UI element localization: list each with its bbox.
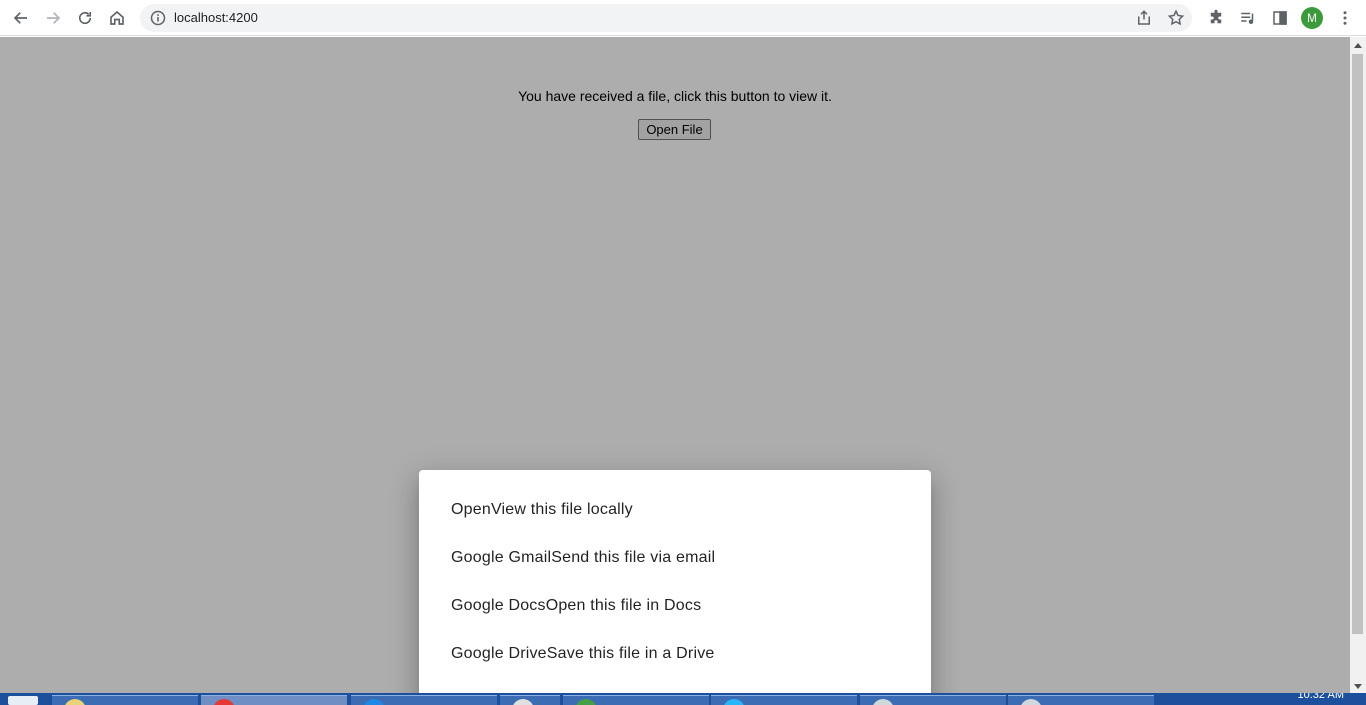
taskbar-item-app-6[interactable] [1008,695,1154,705]
scroll-thumb[interactable] [1352,54,1363,634]
scroll-up-arrow-icon[interactable] [1354,43,1362,48]
reload-icon[interactable] [73,6,97,30]
share-icon[interactable] [1135,9,1153,27]
info-icon[interactable] [150,10,166,26]
taskbar-item-chrome[interactable] [201,695,347,705]
sheet-item-drive[interactable]: Google DriveSave this file in a Drive [419,630,931,678]
window-icon [1020,699,1042,705]
url-text[interactable]: localhost:4200 [174,10,258,26]
app-icon [363,699,385,705]
sheet-item-docs[interactable]: Google DocsOpen this file in Docs [419,582,931,630]
folder-icon [64,699,86,705]
star-icon[interactable] [1167,9,1185,27]
taskbar-item-app-4[interactable] [711,695,857,705]
browser-toolbar: localhost:4200 M [0,0,1366,36]
page-scrollbar[interactable] [1350,37,1366,693]
address-bar[interactable]: localhost:4200 [140,4,1192,32]
puzzle-icon[interactable] [1204,6,1228,30]
taskbar-clock[interactable]: 10:32 AM [1298,693,1344,701]
edge-icon [723,699,745,705]
avatar[interactable]: M [1301,7,1323,29]
scroll-down-arrow-icon[interactable] [1354,684,1362,689]
page-viewport: You have received a file, click this but… [0,37,1350,693]
taskbar-item-app-3[interactable] [563,695,709,705]
taskbar-item-explorer[interactable] [52,695,198,705]
window-icon [512,699,534,705]
taskbar-item-app-2[interactable] [500,695,560,705]
forward-arrow-icon[interactable] [41,6,65,30]
chrome-icon [213,699,235,705]
window-icon [872,699,894,705]
sheet-item-gmail[interactable]: Google GmailSend this file via email [419,534,931,582]
play-icon [575,699,597,705]
sheet-item-open-locally[interactable]: OpenView this file locally [419,486,931,534]
bottom-sheet: OpenView this file locally Google GmailS… [419,470,931,693]
taskbar-item-app-5[interactable] [860,695,1006,705]
side-panel-icon[interactable] [1268,6,1292,30]
taskbar-item-app-1[interactable] [351,695,497,705]
back-arrow-icon[interactable] [9,6,33,30]
home-icon[interactable] [105,6,129,30]
start-button[interactable] [8,696,38,705]
media-queue-icon[interactable] [1236,6,1260,30]
kebab-menu-icon[interactable] [1333,6,1357,30]
os-taskbar: 10:32 AM [0,693,1366,705]
